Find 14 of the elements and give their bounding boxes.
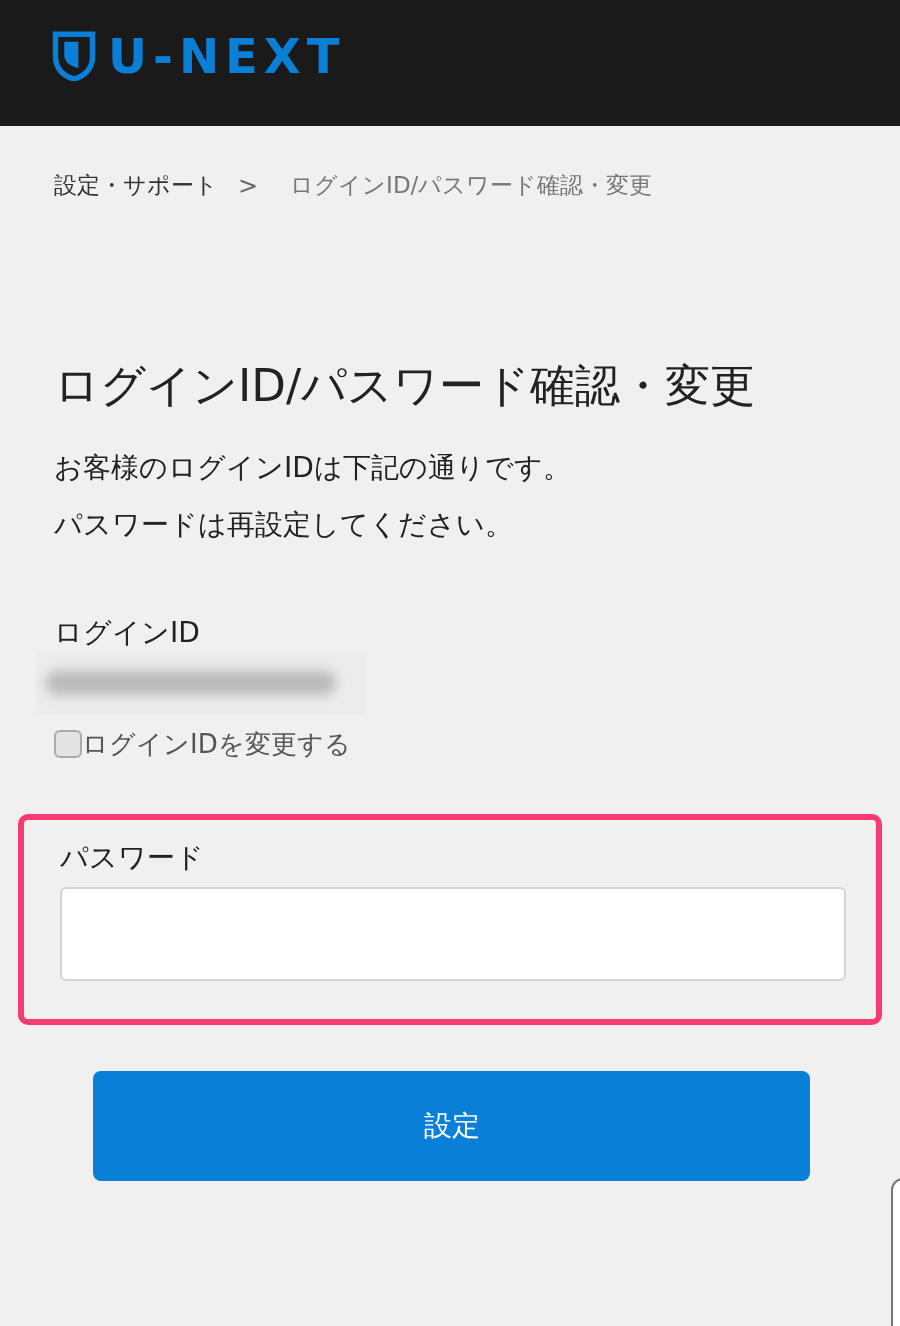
breadcrumb-item: ログインID/パスワード確認・変更 bbox=[290, 171, 653, 200]
password-label: パスワード bbox=[60, 840, 205, 877]
login-id-label: ログインID bbox=[54, 615, 201, 651]
page-title: ログインID/パスワード確認・変更 bbox=[54, 359, 757, 413]
logo-text[interactable]: U-NEXT bbox=[108, 28, 346, 84]
checkbox[interactable] bbox=[54, 730, 82, 759]
breadcrumb-separator: > bbox=[238, 171, 259, 200]
description-text: お客様のログインIDは下記の通りです。 bbox=[54, 450, 572, 486]
breadcrumb-item[interactable]: 設定・サポート bbox=[54, 170, 218, 201]
shield-logo-icon bbox=[52, 31, 96, 81]
password-field[interactable] bbox=[60, 886, 846, 981]
description-text: パスワードは再設定してください。 bbox=[54, 507, 514, 543]
submit-button[interactable]: 設定 bbox=[93, 1070, 810, 1181]
checkbox-label[interactable]: ログインIDを変更する bbox=[82, 727, 351, 763]
